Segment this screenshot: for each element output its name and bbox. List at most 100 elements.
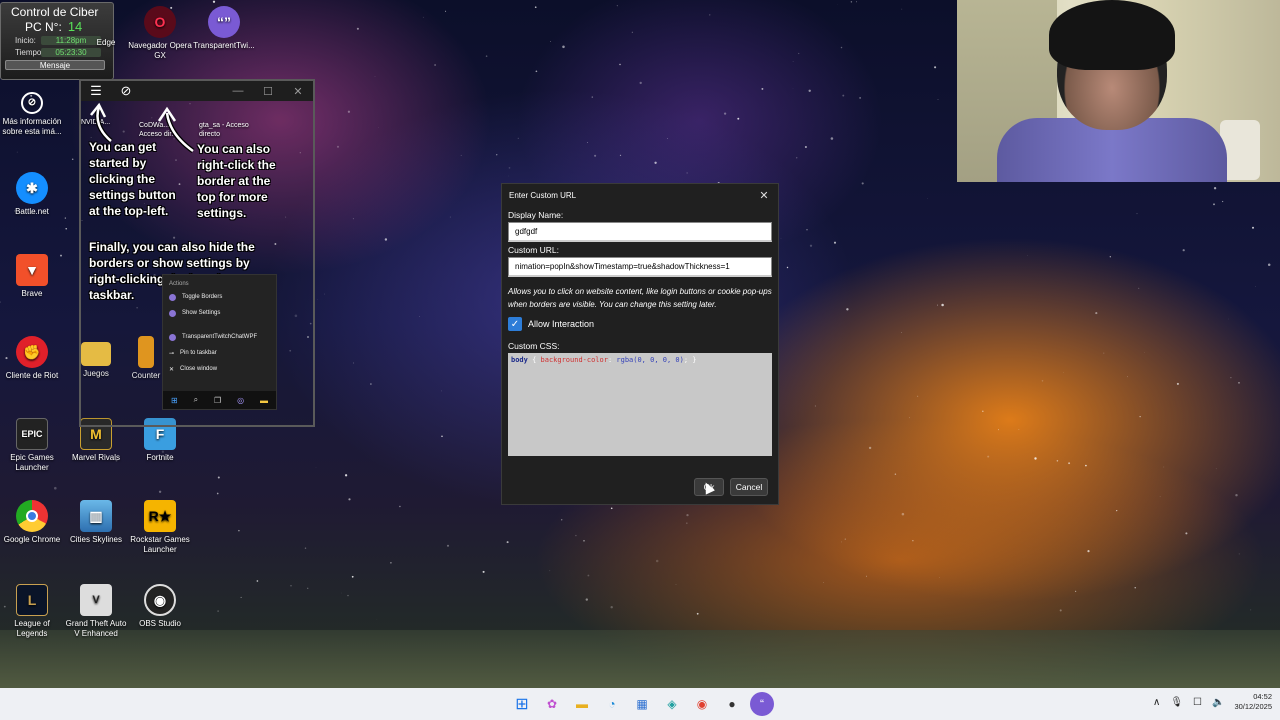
opera-gx-icon: O: [144, 6, 176, 38]
jump-list-header: Actions: [169, 281, 189, 287]
minimize-icon[interactable]: —: [223, 85, 253, 97]
css-selector: body: [511, 356, 528, 364]
close-window-item[interactable]: ✕ Close window: [163, 361, 276, 377]
window-title-bar[interactable]: ☰ ⊘ — ☐ ✕: [81, 81, 313, 101]
webcam-overlay: [957, 0, 1280, 182]
css-property: background-color: [540, 356, 608, 364]
pc-number-row: PC N°: 14: [1, 19, 113, 34]
chrome-icon[interactable]: ◉: [690, 692, 714, 716]
taskbar-clock[interactable]: 04:52 30/12/2025: [1234, 692, 1272, 712]
microphone-icon[interactable]: 🎙: [1170, 697, 1183, 708]
desktop-icon-label: Cliente de Riot: [5, 371, 59, 380]
desktop-icon-epic[interactable]: EPIC Epic Games Launcher: [0, 418, 64, 473]
tutorial-text-settings: You can get started by clicking the sett…: [89, 140, 176, 218]
riot-icon: ✊: [16, 336, 48, 368]
dialog-title-bar: Enter Custom URL ✕: [502, 184, 778, 206]
desktop-icon-gta[interactable]: V Grand Theft Auto V Enhanced: [64, 584, 128, 639]
lol-icon: L: [16, 584, 48, 616]
time-label: Tiempo:: [15, 47, 44, 57]
desktop-icon-label: TransparentTwi...: [193, 41, 255, 50]
maximize-icon[interactable]: ☐: [253, 85, 283, 98]
show-settings-label: Show Settings: [182, 310, 221, 316]
chat-app-icon[interactable]: ◈: [660, 692, 684, 716]
pin-icon: ⊸: [169, 350, 175, 357]
css-brace-close: ; }: [683, 356, 697, 364]
copilot-icon[interactable]: ✿: [540, 692, 564, 716]
css-value: rgba(0, 0, 0, 0): [616, 356, 684, 364]
show-settings-item[interactable]: Show Settings: [163, 305, 276, 321]
hamburger-menu-icon[interactable]: ☰: [81, 81, 111, 101]
dialog-title: Enter Custom URL: [509, 190, 577, 200]
pc-number: 14: [67, 19, 83, 34]
clock-date: 30/12/2025: [1234, 702, 1272, 711]
cancel-button[interactable]: Cancel: [730, 478, 768, 496]
obs-icon: ◉: [144, 584, 176, 616]
transparent-twitch-icon[interactable]: “: [750, 692, 774, 716]
toggle-borders-label: Toggle Borders: [182, 294, 223, 300]
windows-start-icon[interactable]: ⊞: [510, 692, 534, 716]
gta-icon: V: [80, 584, 112, 616]
desktop-icon-label: Cities Skylines: [69, 535, 122, 544]
app-name-label: TransparentTwitchChatWPF: [182, 334, 258, 340]
custom-css-textarea[interactable]: body { background-color: rgba(0, 0, 0, 0…: [508, 353, 772, 456]
taskbar-apps: ⊞ ✿ ▬ ◔ ▦ ◈ ◉ ● “: [510, 692, 774, 716]
close-window-label: Close window: [180, 366, 218, 372]
desktop-icon-label: Grand Theft Auto V Enhanced: [65, 619, 127, 638]
desktop-icon-label: Rockstar Games Launcher: [130, 535, 190, 554]
desktop-icon-transparent-twitch[interactable]: “” TransparentTwi...: [192, 6, 256, 51]
desktop-icon-label: Navegador Opera GX: [128, 41, 192, 60]
pin-label: Pin to taskbar: [180, 350, 217, 356]
desktop-icon-riot[interactable]: ✊ Cliente de Riot: [0, 336, 64, 381]
dialog-close-icon[interactable]: ✕: [750, 184, 778, 206]
css-brace-open: {: [527, 356, 541, 364]
desktop-icon-lol[interactable]: L League of Legends: [0, 584, 64, 639]
mini-taskbar: ⊞ ⌕ ❐ ◎ ▬: [163, 391, 276, 409]
allow-interaction-checkbox[interactable]: ✓ Allow Interaction: [508, 317, 778, 331]
interaction-toggle-icon[interactable]: ⊘: [111, 81, 141, 101]
app-name-item[interactable]: TransparentTwitchChatWPF: [163, 329, 276, 345]
file-explorer-icon[interactable]: ▬: [570, 692, 594, 716]
desktop-icon-edge[interactable]: Edge: [84, 38, 128, 48]
desktop-icon-brave[interactable]: ▼ Brave: [0, 254, 64, 299]
webcam-person-hair: [1049, 0, 1175, 70]
battlenet-icon: ✱: [16, 172, 48, 204]
desktop-icon-label: OBS Studio: [139, 619, 181, 628]
start-label: Inicio:: [15, 35, 36, 45]
time-value: 05:23:30: [41, 47, 101, 57]
close-icon: ✕: [169, 366, 175, 373]
edge-icon[interactable]: ◔: [600, 692, 624, 716]
desktop-icon-label: Battle.net: [15, 207, 49, 216]
close-icon[interactable]: ✕: [283, 85, 313, 98]
toggle-borders-item[interactable]: Toggle Borders: [163, 289, 276, 305]
checkmark-icon: ✓: [508, 317, 522, 331]
desktop-icon-cities-skylines[interactable]: ▥ Cities Skylines: [64, 500, 128, 545]
network-icon[interactable]: ☐: [1193, 697, 1202, 708]
app-icon: [169, 309, 176, 317]
custom-url-label: Custom URL:: [508, 245, 560, 255]
display-name-input[interactable]: gdfgdf: [508, 222, 772, 242]
custom-css-label: Custom CSS:: [508, 341, 560, 351]
chrome-icon: [16, 500, 48, 532]
pin-taskbar-item[interactable]: ⊸ Pin to taskbar: [163, 345, 276, 361]
windows-taskbar: ⊞ ✿ ▬ ◔ ▦ ◈ ◉ ● “ ∧ 🎙 ☐ 🔈 04:52 30/12/20…: [0, 688, 1280, 720]
desktop-icon-label: Fortnite: [146, 453, 174, 462]
volume-icon[interactable]: 🔈: [1212, 697, 1224, 708]
system-tray: ∧ 🎙 ☐ 🔈 04:52 30/12/2025: [1153, 692, 1272, 712]
microsoft-store-icon[interactable]: ▦: [630, 692, 654, 716]
cities-skylines-icon: ▥: [80, 500, 112, 532]
custom-url-input[interactable]: nimation=popIn&showTimestamp=true&shadow…: [508, 257, 772, 277]
chevron-up-icon[interactable]: ∧: [1153, 697, 1160, 708]
message-button[interactable]: Mensaje: [5, 60, 105, 70]
transparent-chat-window[interactable]: ☰ ⊘ — ☐ ✕ NVIDIA... CoDWa... Acceso dir.…: [79, 79, 315, 427]
brave-icon: ▼: [16, 254, 48, 286]
desktop-icon-rockstar[interactable]: R★ Rockstar Games Launcher: [128, 500, 192, 555]
interaction-note: Allows you to click on website content, …: [508, 287, 772, 309]
allow-interaction-label: Allow Interaction: [528, 319, 595, 329]
obs-icon[interactable]: ●: [720, 692, 744, 716]
desktop-icon-opera-gx[interactable]: O Navegador Opera GX: [128, 6, 192, 61]
transparent-twitch-icon: “”: [208, 6, 240, 38]
desktop-icon-chrome[interactable]: Google Chrome: [0, 500, 64, 545]
desktop-icon-obs[interactable]: ◉ OBS Studio: [128, 584, 192, 629]
desktop-icon-info[interactable]: ⊘ Más información sobre esta imá...: [0, 92, 64, 137]
desktop-icon-battlenet[interactable]: ✱ Battle.net: [0, 172, 64, 217]
